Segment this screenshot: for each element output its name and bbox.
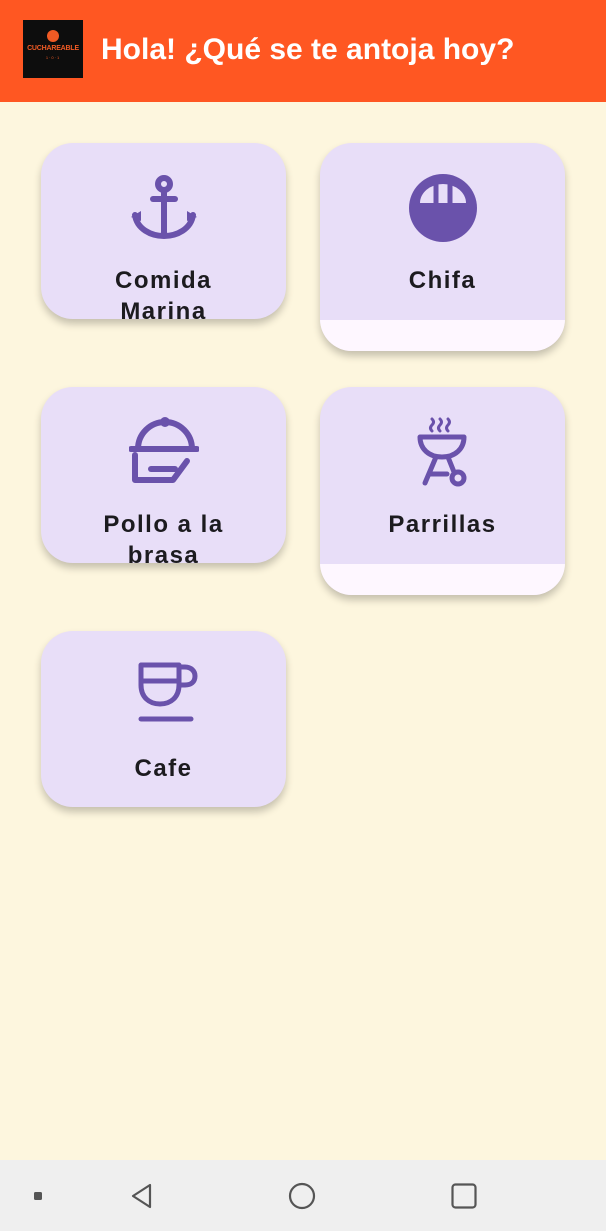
- category-label: Comida: [114, 267, 212, 294]
- category-label: Parrillas: [388, 511, 497, 538]
- room-service-icon: [128, 417, 199, 483]
- logo-emblem: [47, 30, 59, 42]
- category-card-pollo-a-la-brasa[interactable]: Pollo a la brasa: [41, 387, 286, 563]
- category-card-chifa[interactable]: Chifa: [320, 143, 565, 351]
- category-card-comida-marina[interactable]: Comida Marina: [41, 143, 286, 319]
- back-icon[interactable]: [126, 1180, 158, 1212]
- category-card-parrillas[interactable]: Parrillas: [320, 387, 565, 595]
- card-strip: [320, 564, 565, 595]
- logo-text: CUCHAREABLE: [27, 45, 79, 52]
- category-label: Cafe: [134, 755, 193, 782]
- outdoor-grill-icon: [417, 417, 466, 487]
- category-label: Chifa: [408, 267, 477, 294]
- card-strip: [320, 320, 565, 351]
- logo-subtext: 1·0·1: [45, 55, 61, 60]
- overview-icon[interactable]: [448, 1180, 480, 1212]
- system-nav-bar: [0, 1160, 606, 1231]
- recents-dot-icon[interactable]: [28, 1186, 48, 1206]
- app-logo: CUCHAREABLE 1·0·1: [23, 20, 83, 78]
- category-label: Pollo a la: [103, 511, 224, 538]
- category-label: Marina: [120, 298, 207, 319]
- anchor-icon: [130, 175, 197, 239]
- home-icon[interactable]: [286, 1180, 318, 1212]
- top-app-bar: CUCHAREABLE 1·0·1 Hola! ¿Qué se te antoj…: [0, 0, 606, 102]
- category-label: brasa: [127, 542, 200, 563]
- ramen-bowl-icon: [408, 174, 477, 242]
- category-card-cafe[interactable]: Cafe: [41, 631, 286, 807]
- page-title: Hola! ¿Qué se te antoja hoy?: [101, 33, 515, 66]
- coffee-cup-icon: [138, 662, 197, 722]
